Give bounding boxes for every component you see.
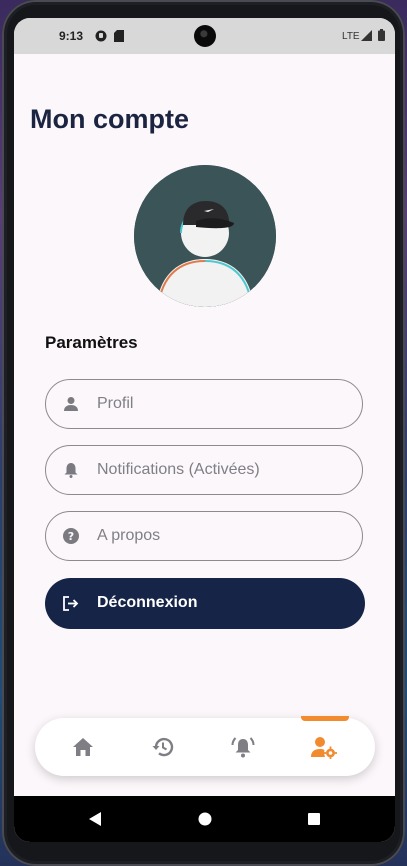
signal-icon xyxy=(361,30,372,44)
app-notification-icon xyxy=(95,30,107,45)
notification-alert-icon xyxy=(231,737,255,758)
app-screen: 9:13 LTE Mon compte Paramètres Profil No… xyxy=(14,18,395,842)
history-icon xyxy=(152,737,174,757)
phone-frame: 9:13 LTE Mon compte Paramètres Profil No… xyxy=(2,0,405,866)
profile-avatar[interactable] xyxy=(134,165,276,307)
notifications-button[interactable]: Notifications (Activées) xyxy=(45,445,363,495)
home-icon xyxy=(73,738,93,756)
home-button-icon[interactable] xyxy=(198,811,212,832)
back-icon[interactable] xyxy=(88,811,102,832)
sd-card-icon xyxy=(114,30,124,45)
battery-icon xyxy=(378,29,385,44)
logout-icon xyxy=(62,595,79,612)
recents-icon[interactable] xyxy=(307,811,321,832)
page-title: Mon compte xyxy=(30,104,189,134)
profile-label: Profil xyxy=(97,395,134,412)
nav-alerts[interactable] xyxy=(203,718,283,776)
logout-label: Déconnexion xyxy=(97,594,198,611)
bell-icon xyxy=(63,462,79,478)
status-bar: 9:13 LTE xyxy=(14,18,395,54)
account-settings-icon xyxy=(311,737,337,759)
settings-section-title: Paramètres xyxy=(45,333,138,352)
status-time: 9:13 xyxy=(59,29,84,43)
about-label: A propos xyxy=(97,527,161,544)
nav-account[interactable] xyxy=(283,718,363,776)
front-camera xyxy=(194,25,216,47)
notifications-label: Notifications (Activées) xyxy=(97,461,260,478)
nav-history[interactable] xyxy=(123,718,203,776)
help-circle-icon: ? xyxy=(63,528,79,544)
system-navigation-bar xyxy=(14,796,395,842)
network-type: LTE xyxy=(342,31,360,42)
about-button[interactable]: ? A propos xyxy=(45,511,363,561)
nav-home[interactable] xyxy=(43,718,123,776)
svg-text:?: ? xyxy=(68,530,74,543)
bottom-navigation xyxy=(35,716,375,776)
logout-button[interactable]: Déconnexion xyxy=(45,578,365,629)
profile-button[interactable]: Profil xyxy=(45,379,363,429)
person-icon xyxy=(63,396,79,412)
